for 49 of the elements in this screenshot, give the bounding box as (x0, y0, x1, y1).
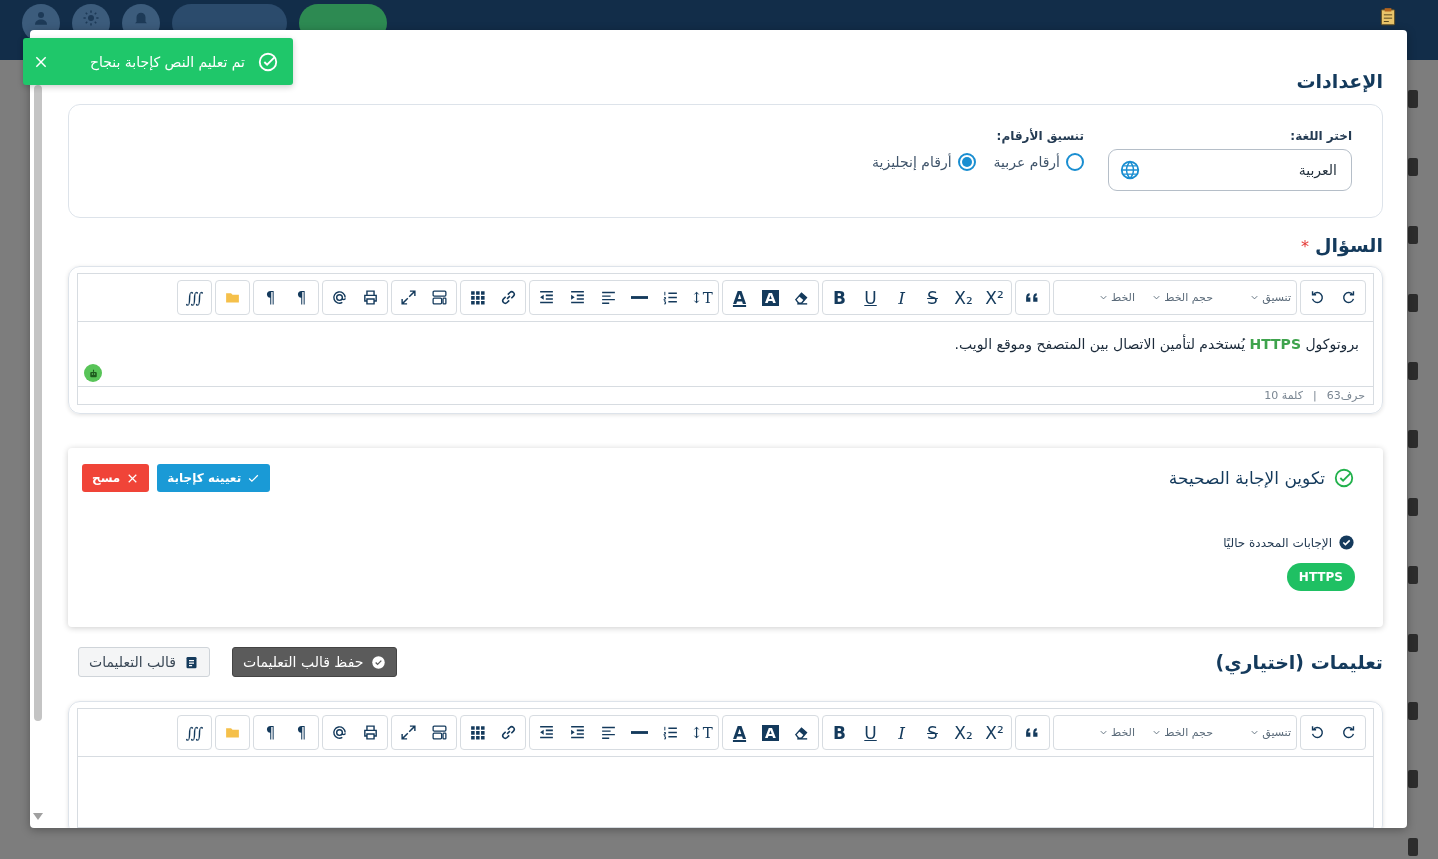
text-size-button[interactable]: T↕ (686, 717, 717, 748)
math-button[interactable]: ∭ (179, 717, 210, 748)
dropdown[interactable]: حجم الخط (1139, 282, 1217, 313)
paragraph-button[interactable]: ¶ (286, 717, 317, 748)
radio-option[interactable]: أرقام عربية (993, 153, 1084, 171)
text-color-button[interactable]: A (724, 282, 755, 313)
dropdown[interactable]: تنسيق (1217, 717, 1295, 748)
subscript-button[interactable]: X₂ (948, 282, 979, 313)
template-button[interactable]: قالب التعليمات (78, 647, 210, 677)
strike-button[interactable]: S (917, 282, 948, 313)
paragraph-button[interactable]: ¶ (286, 282, 317, 313)
math-button[interactable]: ∭ (179, 282, 210, 313)
dropdown[interactable]: الخط (1061, 282, 1139, 313)
card-title: تكوين الإجابة الصحيحة (1168, 468, 1325, 488)
underline-button[interactable]: U (855, 717, 886, 748)
highlight-button[interactable]: A (755, 717, 786, 748)
required-mark: * (1301, 237, 1310, 256)
text-color-button[interactable]: A (724, 717, 755, 748)
section-title: الإعدادات (1295, 70, 1383, 92)
paragraph-button[interactable]: ¶ (255, 717, 286, 748)
save-template-button[interactable]: حفظ قالب التعليمات (231, 647, 398, 677)
bold-button[interactable]: B (824, 717, 855, 748)
paragraph-button[interactable]: ¶ (255, 282, 286, 313)
toast-message: تم تعليم النص كإجابة بنجاح (88, 53, 245, 70)
strike-button[interactable]: S (917, 717, 948, 748)
dropdown[interactable]: حجم الخط (1139, 717, 1217, 748)
clear-button[interactable]: مسح (82, 464, 150, 492)
section-title: تعليمات (اختياري) (1215, 651, 1383, 673)
field-label: تنسيق الأرقام: (995, 129, 1084, 143)
bold-button[interactable]: B (824, 282, 855, 313)
current-answers-label: الإجابات المحددة حاليًا (1223, 535, 1332, 550)
dropdown[interactable]: تنسيق (1217, 282, 1295, 313)
count-separator: | (1313, 389, 1317, 402)
highlight-button[interactable]: A (755, 282, 786, 313)
text-size-button[interactable]: T↕ (686, 282, 717, 313)
field-label: اختر اللغة: (1289, 129, 1352, 143)
superscript-button[interactable]: X² (979, 282, 1010, 313)
dropdown[interactable]: الخط (1061, 717, 1139, 748)
italic-button[interactable]: I (886, 717, 917, 748)
char-count: حرف63 (1326, 389, 1365, 402)
radio-option[interactable]: أرقام إنجليزية (872, 153, 976, 171)
language-select[interactable]: العربية (1108, 149, 1352, 191)
word-count: كلمة 10 (1264, 389, 1303, 402)
subscript-button[interactable]: X₂ (948, 717, 979, 748)
superscript-button[interactable]: X² (979, 717, 1010, 748)
italic-button[interactable]: I (886, 282, 917, 313)
underline-button[interactable]: U (855, 282, 886, 313)
section-title: السؤال (1315, 234, 1383, 256)
answer-chip: HTTPS (1286, 563, 1355, 591)
